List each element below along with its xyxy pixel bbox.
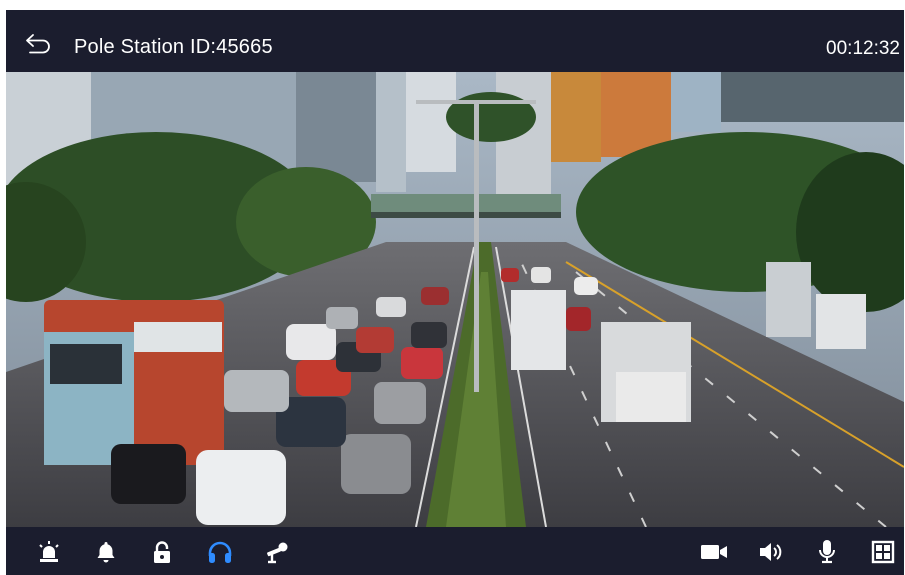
pole-camera-icon[interactable] — [263, 539, 289, 565]
lock-icon[interactable] — [149, 539, 175, 565]
page-title: Pole Station ID:45665 — [74, 36, 273, 58]
camera-feed[interactable] — [6, 72, 904, 527]
headphones-icon[interactable] — [207, 539, 233, 565]
app-frame: Pole Station ID:45665 00:12:32 — [6, 10, 904, 575]
video-camera-icon[interactable] — [699, 539, 729, 565]
grid-layout-icon[interactable] — [870, 539, 896, 565]
alarm-light-icon[interactable] — [36, 539, 62, 565]
top-bar: Pole Station ID:45665 00:12:32 — [6, 10, 904, 72]
bell-icon[interactable] — [93, 539, 119, 565]
microphone-icon[interactable] — [814, 539, 840, 565]
speaker-icon[interactable] — [758, 539, 784, 565]
bottom-toolbar — [6, 527, 904, 575]
clock: 00:12:32 — [826, 38, 900, 59]
back-arrow-icon[interactable] — [24, 32, 54, 56]
